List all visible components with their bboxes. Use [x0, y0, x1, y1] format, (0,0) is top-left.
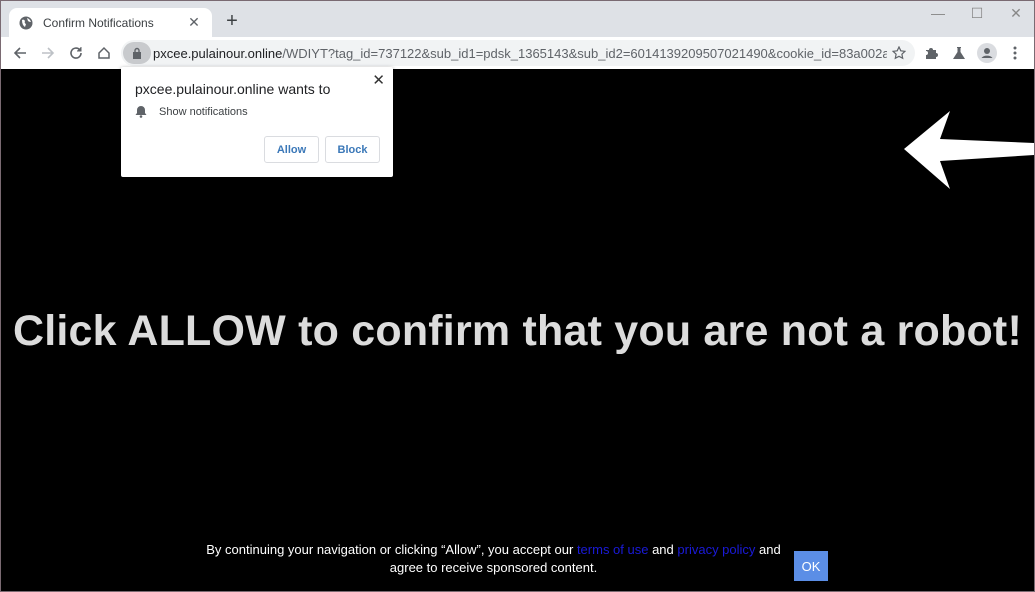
- menu-icon: [1013, 46, 1017, 60]
- page-headline: Click ALLOW to confirm that you are not …: [13, 307, 1022, 355]
- tab-close-icon[interactable]: ✕: [186, 14, 202, 31]
- address-bar[interactable]: pxcee.pulainour.online/WDIYT?tag_id=7371…: [121, 40, 915, 66]
- title-bar: Confirm Notifications ✕ + — ☐ ✕: [1, 1, 1034, 37]
- arrow-left-icon: [904, 111, 1034, 189]
- browser-window: Confirm Notifications ✕ + — ☐ ✕ pxcee.pu…: [0, 0, 1035, 592]
- site-info-button[interactable]: [123, 42, 151, 64]
- reload-icon: [70, 47, 82, 59]
- url-path: /WDIYT?tag_id=737122&sub_id1=pdsk_136514…: [282, 45, 887, 61]
- consent-text-part: and: [648, 542, 678, 557]
- consent-text: By continuing your navigation or clickin…: [201, 541, 786, 577]
- ok-button[interactable]: OK: [794, 551, 828, 581]
- new-tab-button[interactable]: +: [221, 10, 243, 32]
- globe-icon: [19, 16, 33, 30]
- reload-button[interactable]: [63, 40, 89, 66]
- extensions-icon: [926, 48, 938, 59]
- home-icon: [98, 46, 110, 59]
- terms-link[interactable]: terms of use: [577, 542, 649, 557]
- profile-icon: [977, 43, 997, 63]
- bookmark-button[interactable]: [887, 46, 911, 60]
- profile-button[interactable]: [974, 40, 1000, 66]
- popup-close-button[interactable]: ✕: [372, 71, 385, 89]
- back-icon: [13, 47, 26, 59]
- labs-icon: [953, 47, 965, 59]
- permission-label: Show notifications: [159, 105, 248, 118]
- menu-button[interactable]: [1002, 40, 1028, 66]
- browser-toolbar: pxcee.pulainour.online/WDIYT?tag_id=7371…: [1, 37, 1034, 69]
- lock-icon: [133, 47, 141, 59]
- minimize-button[interactable]: —: [923, 5, 953, 25]
- star-icon: [892, 46, 906, 60]
- permission-row: Show notifications: [135, 105, 248, 118]
- labs-button[interactable]: [946, 40, 972, 66]
- url-text[interactable]: pxcee.pulainour.online/WDIYT?tag_id=7371…: [153, 46, 887, 61]
- bell-icon: [135, 106, 147, 118]
- privacy-link[interactable]: privacy policy: [677, 542, 755, 557]
- home-button[interactable]: [91, 40, 117, 66]
- forward-icon: [42, 47, 55, 59]
- tab-title: Confirm Notifications: [43, 15, 154, 30]
- block-button[interactable]: Block: [325, 136, 380, 163]
- extensions-button[interactable]: [918, 40, 944, 66]
- popup-title: pxcee.pulainour.online wants to: [135, 81, 331, 97]
- back-button[interactable]: [7, 40, 33, 66]
- close-window-button[interactable]: ✕: [1001, 5, 1031, 25]
- tab-confirm-notifications[interactable]: Confirm Notifications ✕: [9, 8, 212, 37]
- allow-button[interactable]: Allow: [264, 136, 319, 163]
- url-domain: pxcee.pulainour.online: [153, 45, 283, 61]
- maximize-button[interactable]: ☐: [962, 5, 992, 25]
- forward-button[interactable]: [35, 40, 61, 66]
- notification-permission-popup: pxcee.pulainour.online wants to ✕ Show n…: [121, 67, 393, 177]
- consent-text-part: By continuing your navigation or clickin…: [206, 542, 577, 557]
